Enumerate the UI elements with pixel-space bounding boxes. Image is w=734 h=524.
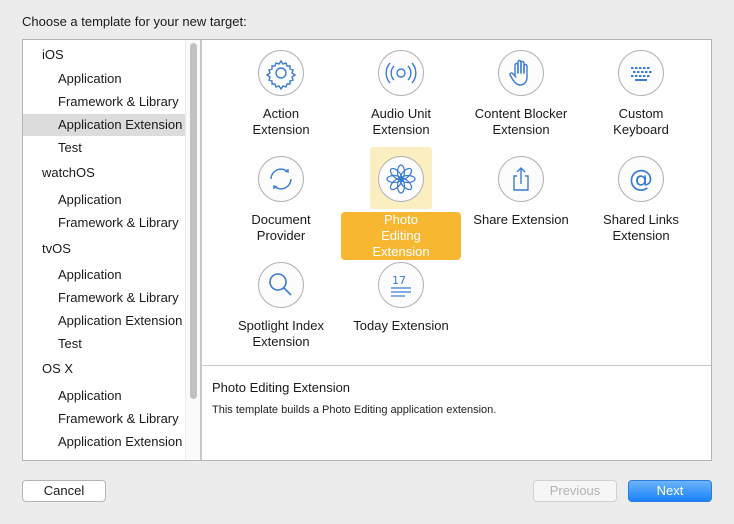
magnifier-icon bbox=[258, 262, 304, 308]
sidebar-scroll-thumb[interactable] bbox=[190, 43, 197, 399]
sidebar-section-osx[interactable]: OS X bbox=[23, 358, 185, 380]
template-custom-keyboard[interactable]: Custom Keyboard bbox=[581, 40, 701, 144]
sidebar-section-tvos[interactable]: tvOS bbox=[23, 238, 185, 260]
template-label: Shared Links Extension bbox=[603, 212, 679, 243]
dialog-title: Choose a template for your new target: bbox=[22, 14, 247, 29]
template-label: Today Extension bbox=[353, 318, 449, 333]
template-label: Share Extension bbox=[473, 212, 569, 227]
svg-text:17: 17 bbox=[392, 274, 406, 287]
sidebar-item-tvos-app-extension[interactable]: Application Extension bbox=[23, 310, 185, 332]
hand-icon bbox=[498, 50, 544, 96]
template-action-extension[interactable]: Action Extension bbox=[221, 40, 341, 144]
platform-sidebar: iOS Application Framework & Library Appl… bbox=[23, 40, 201, 460]
template-audio-unit-extension[interactable]: Audio Unit Extension bbox=[341, 40, 461, 144]
audio-wave-icon bbox=[378, 50, 424, 96]
template-description-panel: Photo Editing Extension This template bu… bbox=[201, 365, 711, 460]
sidebar-item-ios-framework[interactable]: Framework & Library bbox=[23, 91, 185, 113]
cancel-button[interactable]: Cancel bbox=[22, 480, 106, 502]
sidebar-item-osx-application[interactable]: Application bbox=[23, 385, 185, 407]
sidebar-item-ios-application[interactable]: Application bbox=[23, 68, 185, 90]
template-grid: Action Extension Audio Unit Extension Co… bbox=[201, 40, 711, 365]
template-spotlight-index-extension[interactable]: Spotlight Index Extension bbox=[221, 252, 341, 356]
sidebar-item-ios-test[interactable]: Test bbox=[23, 137, 185, 159]
sidebar-item-watchos-framework[interactable]: Framework & Library bbox=[23, 212, 185, 234]
sidebar-item-watchos-application[interactable]: Application bbox=[23, 189, 185, 211]
sidebar-item-tvos-application[interactable]: Application bbox=[23, 264, 185, 286]
template-label: Document Provider bbox=[251, 212, 311, 243]
template-chooser: iOS Application Framework & Library Appl… bbox=[22, 39, 712, 461]
template-label: Content Blocker Extension bbox=[474, 106, 568, 137]
template-document-provider[interactable]: Document Provider bbox=[221, 146, 341, 250]
sidebar-section-ios[interactable]: iOS bbox=[23, 44, 185, 66]
sidebar-item-ios-app-extension[interactable]: Application Extension bbox=[23, 114, 185, 136]
svg-text:@: @ bbox=[629, 165, 653, 193]
sync-arrows-icon bbox=[258, 156, 304, 202]
sidebar-item-osx-app-extension[interactable]: Application Extension bbox=[23, 431, 185, 453]
sidebar-item-tvos-test[interactable]: Test bbox=[23, 333, 185, 355]
next-button[interactable]: Next bbox=[628, 480, 712, 502]
at-sign-icon: @ bbox=[618, 156, 664, 202]
sidebar-section-watchos[interactable]: watchOS bbox=[23, 162, 185, 184]
template-shared-links-extension[interactable]: @ Shared Links Extension bbox=[581, 146, 701, 250]
template-label: Audio Unit Extension bbox=[371, 106, 431, 137]
description-body: This template builds a Photo Editing app… bbox=[212, 404, 497, 416]
share-icon bbox=[498, 156, 544, 202]
description-title: Photo Editing Extension bbox=[212, 380, 351, 395]
previous-button[interactable]: Previous bbox=[533, 480, 617, 502]
template-label: Action Extension bbox=[252, 106, 310, 137]
flower-icon bbox=[378, 156, 424, 202]
gear-icon bbox=[258, 50, 304, 96]
sidebar-item-osx-framework[interactable]: Framework & Library bbox=[23, 408, 185, 430]
sidebar-item-tvos-framework[interactable]: Framework & Library bbox=[23, 287, 185, 309]
calendar-list-icon: 17 bbox=[378, 262, 424, 308]
template-share-extension[interactable]: Share Extension bbox=[461, 146, 581, 250]
template-label: Spotlight Index Extension bbox=[237, 318, 324, 349]
template-photo-editing-extension[interactable]: Photo Editing Extension bbox=[341, 146, 461, 260]
template-today-extension[interactable]: 17 Today Extension bbox=[341, 252, 461, 356]
template-content-blocker-extension[interactable]: Content Blocker Extension bbox=[461, 40, 581, 144]
sidebar-scrollbar[interactable] bbox=[185, 40, 200, 460]
keyboard-icon bbox=[618, 50, 664, 96]
template-label: Custom Keyboard bbox=[613, 106, 669, 137]
